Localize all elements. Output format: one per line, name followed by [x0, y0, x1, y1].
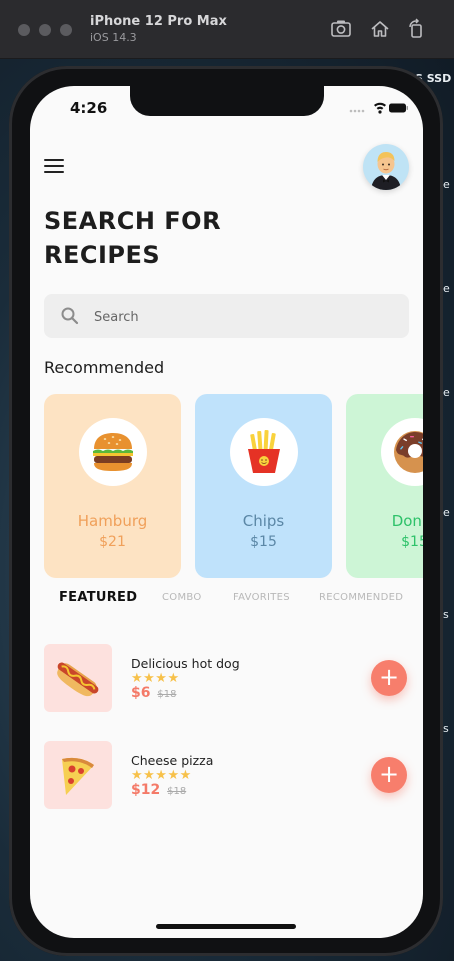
desktop-label: e	[443, 178, 450, 191]
add-to-cart-button[interactable]: +	[371, 660, 407, 696]
recommended-title: Recommended	[44, 358, 165, 377]
featured-item-cheese-pizza[interactable]: Cheese pizza ★★★★★ $12 $18 +	[44, 741, 409, 809]
recipe-card-chips[interactable]: Chips $15	[195, 394, 332, 578]
item-name: Delicious hot dog	[131, 656, 240, 671]
desktop-label: s	[443, 722, 449, 735]
card-name: Hamburg	[77, 512, 148, 530]
pizza-icon	[62, 757, 94, 795]
card-name: Chips	[242, 512, 285, 530]
item-thumbnail	[44, 741, 112, 809]
notch	[130, 86, 324, 116]
card-price: $15	[250, 534, 277, 550]
search-bar[interactable]	[44, 294, 409, 340]
rating-stars: ★★★★★	[131, 768, 192, 783]
card-icon-circle	[230, 418, 298, 486]
page-title: SEARCH FOR RECIPES	[44, 207, 222, 269]
hot-dog-icon	[57, 662, 99, 697]
item-thumbnail	[44, 644, 112, 712]
add-to-cart-button[interactable]: +	[371, 757, 407, 793]
profile-avatar[interactable]	[363, 144, 409, 190]
card-price: $15	[401, 534, 423, 550]
battery-icon	[389, 103, 408, 113]
card-icon-circle	[79, 418, 147, 486]
item-old-price: $18	[167, 786, 187, 797]
tab-recommended[interactable]: RECOMMENDED	[319, 592, 403, 603]
status-icons	[349, 102, 408, 114]
card-icon-circle	[381, 418, 423, 486]
app-screen: 4:26 SEARCH FOR RECIPES Search Recommend…	[30, 86, 423, 938]
tab-favorites[interactable]: FAVORITES	[233, 592, 290, 603]
item-price: $12 $18	[131, 782, 186, 798]
french-fries-icon	[248, 429, 280, 473]
home-indicator[interactable]	[156, 924, 296, 929]
tab-combo[interactable]: COMBO	[162, 592, 202, 603]
close-window-button[interactable]	[18, 24, 30, 36]
category-tabs: FEATURED COMBO FAVORITES RECOMMENDED	[30, 590, 423, 622]
item-old-price: $18	[157, 689, 177, 700]
desktop-label: s	[443, 608, 449, 621]
minimize-window-button[interactable]	[39, 24, 51, 36]
simulator-os-version: iOS 14.3	[90, 31, 137, 44]
status-time: 4:26	[70, 99, 108, 117]
simulator-device-name: iPhone 12 Pro Max	[90, 14, 227, 29]
desktop-label: e	[443, 282, 450, 295]
simulator-title-bar: iPhone 12 Pro Max iOS 14.3	[0, 0, 454, 59]
recommended-carousel[interactable]: Hamburg $21 Chips $15 Don $1	[44, 394, 423, 578]
search-icon	[61, 307, 79, 325]
item-price: $6 $18	[131, 685, 176, 701]
menu-icon[interactable]	[44, 159, 64, 175]
item-name: Cheese pizza	[131, 753, 214, 768]
recipe-card-hamburg[interactable]: Hamburg $21	[44, 394, 181, 578]
man-in-tuxedo-icon	[371, 152, 401, 190]
item-current-price: $6	[131, 685, 151, 701]
recipe-card-donut[interactable]: Donut $15	[346, 394, 423, 578]
rotate-icon[interactable]	[405, 18, 427, 40]
zoom-window-button[interactable]	[60, 24, 72, 36]
screenshot-icon[interactable]	[330, 18, 352, 40]
hamburger-icon	[93, 433, 133, 471]
featured-item-hot-dog[interactable]: Delicious hot dog ★★★★ $6 $18 +	[44, 644, 409, 712]
rating-stars: ★★★★	[131, 671, 180, 686]
search-input[interactable]	[92, 294, 396, 340]
desktop-label: e	[443, 506, 450, 519]
card-price: $21	[99, 534, 126, 550]
desktop-label: e	[443, 386, 450, 399]
tab-featured[interactable]: FEATURED	[59, 590, 137, 605]
donut-icon	[394, 431, 423, 473]
signal-icon	[349, 109, 365, 113]
card-name: Donut	[391, 512, 423, 530]
item-current-price: $12	[131, 782, 161, 798]
wifi-icon	[374, 102, 386, 114]
home-icon[interactable]	[369, 18, 391, 40]
